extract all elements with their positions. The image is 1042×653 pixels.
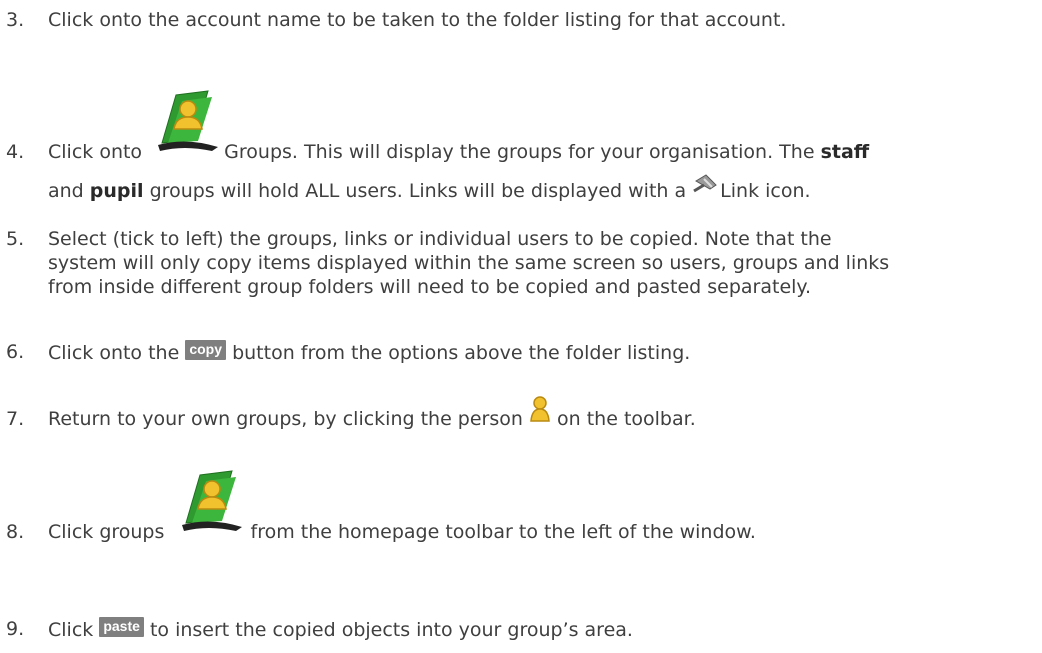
step-number: 4. xyxy=(6,141,25,163)
copy-button-image: copy xyxy=(185,340,227,360)
step-text-start: Click onto the xyxy=(48,342,180,364)
step-number: 8. xyxy=(6,521,25,543)
step-number: 9. xyxy=(6,618,25,640)
step-text: Link icon. xyxy=(720,180,811,202)
step-text-start: Return to your own groups, by clicking t… xyxy=(48,408,523,430)
step-text-line-3: from inside different group folders will… xyxy=(48,276,811,298)
bold-pupil: pupil xyxy=(89,180,144,202)
step-text-end: from the homepage toolbar to the left of… xyxy=(250,521,756,543)
paste-button-image: paste xyxy=(99,617,144,637)
person-icon xyxy=(529,395,551,431)
step-text-end: on the toolbar. xyxy=(557,408,696,430)
link-icon xyxy=(692,173,720,203)
step-text-start: Click onto xyxy=(48,141,143,163)
step-number: 7. xyxy=(6,408,25,430)
step-text-end: button from the options above the folder… xyxy=(232,342,691,364)
step-text-line-1: Select (tick to left) the groups, links … xyxy=(48,228,832,250)
groups-folder-icon xyxy=(170,469,244,545)
step-text: groups will hold ALL users. Links will b… xyxy=(149,180,687,202)
step-text-start: Click groups xyxy=(48,521,165,543)
step-number: 5. xyxy=(6,228,25,250)
step-text-end: Groups. This will display the groups for… xyxy=(224,141,815,163)
step-text-end: to insert the copied objects into your g… xyxy=(149,619,633,641)
step-number: 6. xyxy=(6,341,25,363)
groups-folder-icon xyxy=(148,89,219,165)
step-text-line-2: system will only copy items displayed wi… xyxy=(48,252,890,274)
step-text-start: Click xyxy=(48,619,94,641)
step-text: Click onto the account name to be taken … xyxy=(48,9,787,31)
step-text: and xyxy=(48,180,84,202)
step-number: 3. xyxy=(6,9,25,31)
bold-staff: staff xyxy=(820,141,870,163)
